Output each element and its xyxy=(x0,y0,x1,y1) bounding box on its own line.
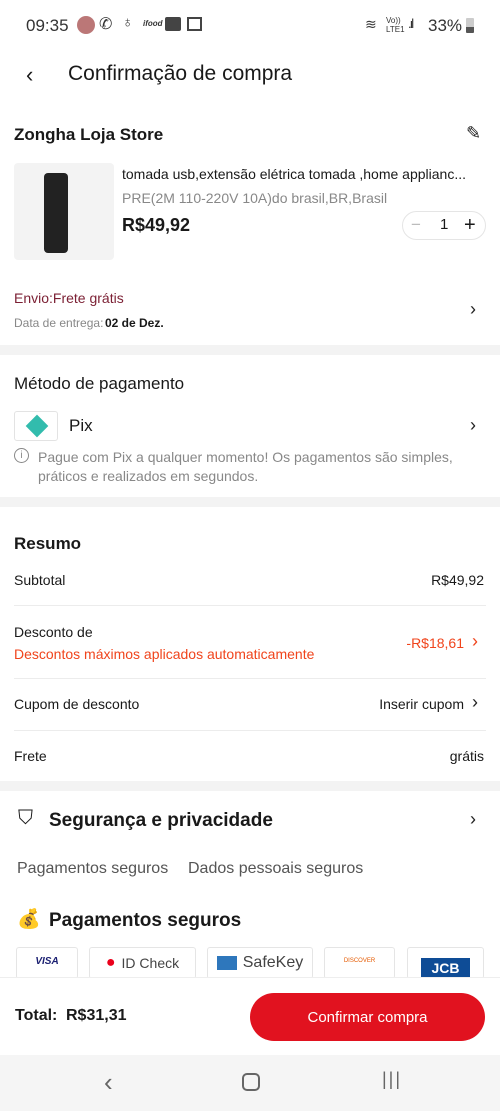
calendar-icon xyxy=(187,17,202,31)
minus-icon[interactable]: − xyxy=(411,215,421,235)
total-label: Total: xyxy=(15,1007,58,1024)
secure-payments-heading: Pagamentos seguros xyxy=(49,910,242,931)
page-title: Confirmação de compra xyxy=(68,62,293,85)
app-notification-icon: ♁ xyxy=(122,14,134,31)
security-row[interactable]: ⛉ Segurança e privacidade › xyxy=(0,805,500,837)
pix-icon xyxy=(25,414,49,438)
tab-personal-data[interactable]: Dados pessoais seguros xyxy=(188,860,363,878)
discount-note: Descontos máximos aplicados automaticame… xyxy=(14,646,315,662)
shipping-row[interactable]: Envio:Frete grátis Data de entrega: 02 d… xyxy=(0,285,500,335)
coupon-label: Cupom de desconto xyxy=(14,696,140,712)
signal-icon: .ıl xyxy=(408,16,414,31)
divider xyxy=(14,678,486,679)
chevron-right-icon: › xyxy=(470,299,476,319)
discount-row[interactable]: Desconto de Descontos máximos aplicados … xyxy=(0,615,500,670)
quantity-value[interactable]: 1 xyxy=(440,216,448,233)
battery-icon xyxy=(466,18,474,33)
divider xyxy=(14,730,486,731)
payment-info: Pague com Pix a qualquer momento! Os pag… xyxy=(38,449,453,484)
delivery-date: 02 de Dez. xyxy=(105,316,164,330)
security-heading: Segurança e privacidade xyxy=(49,810,273,831)
power-strip-image xyxy=(44,173,68,253)
store-name: Zongha Loja Store xyxy=(14,125,164,144)
chevron-right-icon: › xyxy=(472,631,478,651)
back-arrow-icon[interactable]: ‹ xyxy=(26,62,33,88)
mastercard-idcheck-logo: ● ID Check xyxy=(89,947,196,979)
shipping-fee-value: grátis xyxy=(449,748,484,764)
jcb-logo: JCB xyxy=(407,947,484,979)
coupon-row[interactable]: Cupom de desconto Inserir cupom › xyxy=(0,690,500,720)
wifi-icon: ≋ xyxy=(365,16,377,32)
discover-logo: DISCOVER xyxy=(324,947,395,979)
chevron-right-icon: › xyxy=(470,415,476,435)
android-nav-bar: ‹ ||| xyxy=(0,1055,500,1111)
idcheck-label: ID Check xyxy=(121,955,180,971)
divider xyxy=(0,345,500,355)
amex-safekey-logo: SafeKey xyxy=(207,947,313,979)
ifood-icon: ifood xyxy=(143,19,163,28)
network-label: Vo)) LTE1 xyxy=(386,16,405,34)
discount-label: Desconto de xyxy=(14,624,93,640)
battery-percent: 33% xyxy=(428,16,463,35)
edit-pencil-icon[interactable]: ✎ xyxy=(466,123,481,144)
hand-money-icon: 💰 xyxy=(17,909,41,930)
total-value: R$31,31 xyxy=(66,1007,127,1024)
whatsapp-icon: ✆ xyxy=(99,16,113,33)
visa-card-logo: VISA xyxy=(16,947,78,979)
nav-recents-icon[interactable]: ||| xyxy=(382,1069,402,1090)
divider xyxy=(0,497,500,507)
nav-back-icon[interactable]: ‹ xyxy=(104,1067,113,1098)
pix-logo xyxy=(14,411,58,441)
product-image[interactable] xyxy=(14,163,114,260)
safekey-label: SafeKey xyxy=(242,954,304,971)
discount-value: -R$18,61 xyxy=(406,635,464,651)
confirm-purchase-button[interactable]: Confirmar compra xyxy=(250,993,485,1041)
checkout-footer: Total: R$31,31 Confirmar compra xyxy=(0,977,500,1055)
jcb-label: JCB xyxy=(421,958,470,978)
payment-method-pix[interactable]: Pix › xyxy=(0,408,500,444)
coupon-action: Inserir cupom xyxy=(379,696,464,712)
subtotal-value: R$49,92 xyxy=(431,572,484,588)
plus-icon[interactable]: + xyxy=(464,214,476,237)
nav-home-icon[interactable] xyxy=(242,1073,260,1091)
product-title[interactable]: tomada usb,extensão elétrica tomada ,hom… xyxy=(122,166,466,182)
delivery-date-label: Data de entrega: xyxy=(14,316,104,330)
divider xyxy=(14,605,486,606)
avatar-notification-icon xyxy=(77,16,95,34)
clock: 09:35 xyxy=(26,16,69,35)
subtotal-label: Subtotal xyxy=(14,572,66,588)
voicemail-icon xyxy=(165,17,181,31)
payment-method-name: Pix xyxy=(69,416,93,435)
payment-heading: Método de pagamento xyxy=(14,374,185,393)
status-bar: 09:35 ✆ ♁ ifood ≋ Vo)) LTE1 .ıl 33% xyxy=(0,0,500,50)
tab-secure-payments[interactable]: Pagamentos seguros xyxy=(17,860,168,878)
product-price: R$49,92 xyxy=(122,215,191,235)
chevron-right-icon: › xyxy=(472,692,478,712)
shipping-label: Envio:Frete grátis xyxy=(14,290,124,306)
quantity-stepper: − 1 + xyxy=(402,211,486,240)
shield-check-icon: ⛉ xyxy=(18,807,33,829)
shipping-fee-label: Frete xyxy=(14,748,47,764)
chevron-right-icon: › xyxy=(470,809,476,829)
product-variant[interactable]: PRE(2M 110-220V 10A)do brasil,BR,Brasil xyxy=(122,190,387,206)
summary-heading: Resumo xyxy=(14,534,82,553)
info-icon: i xyxy=(14,448,29,463)
divider xyxy=(0,781,500,791)
